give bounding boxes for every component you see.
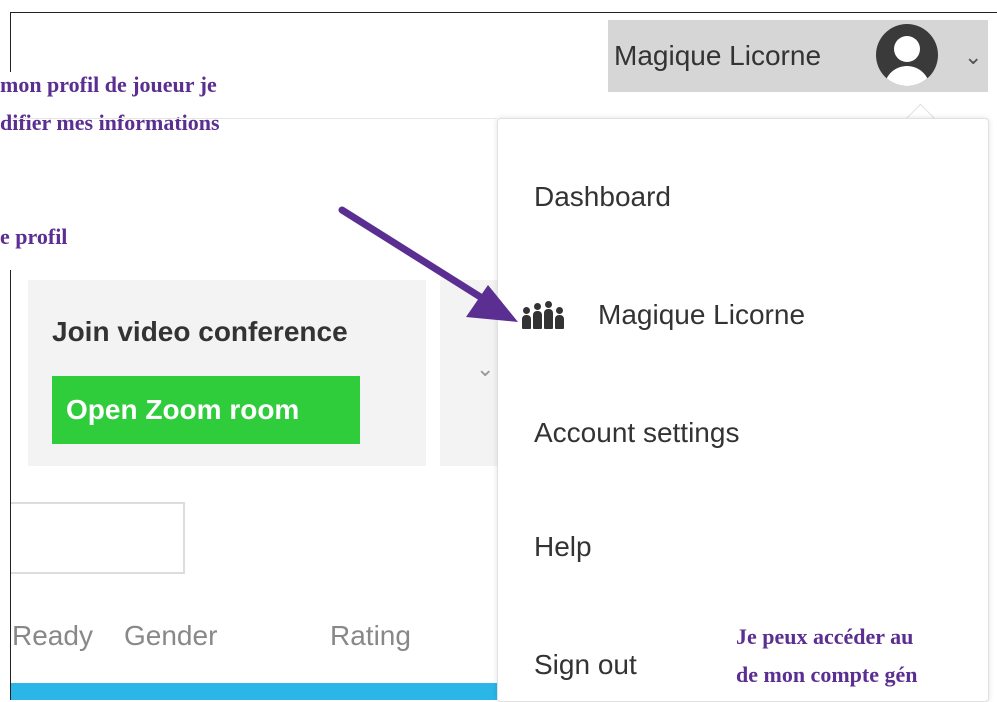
annotation-arrow	[338, 206, 518, 322]
